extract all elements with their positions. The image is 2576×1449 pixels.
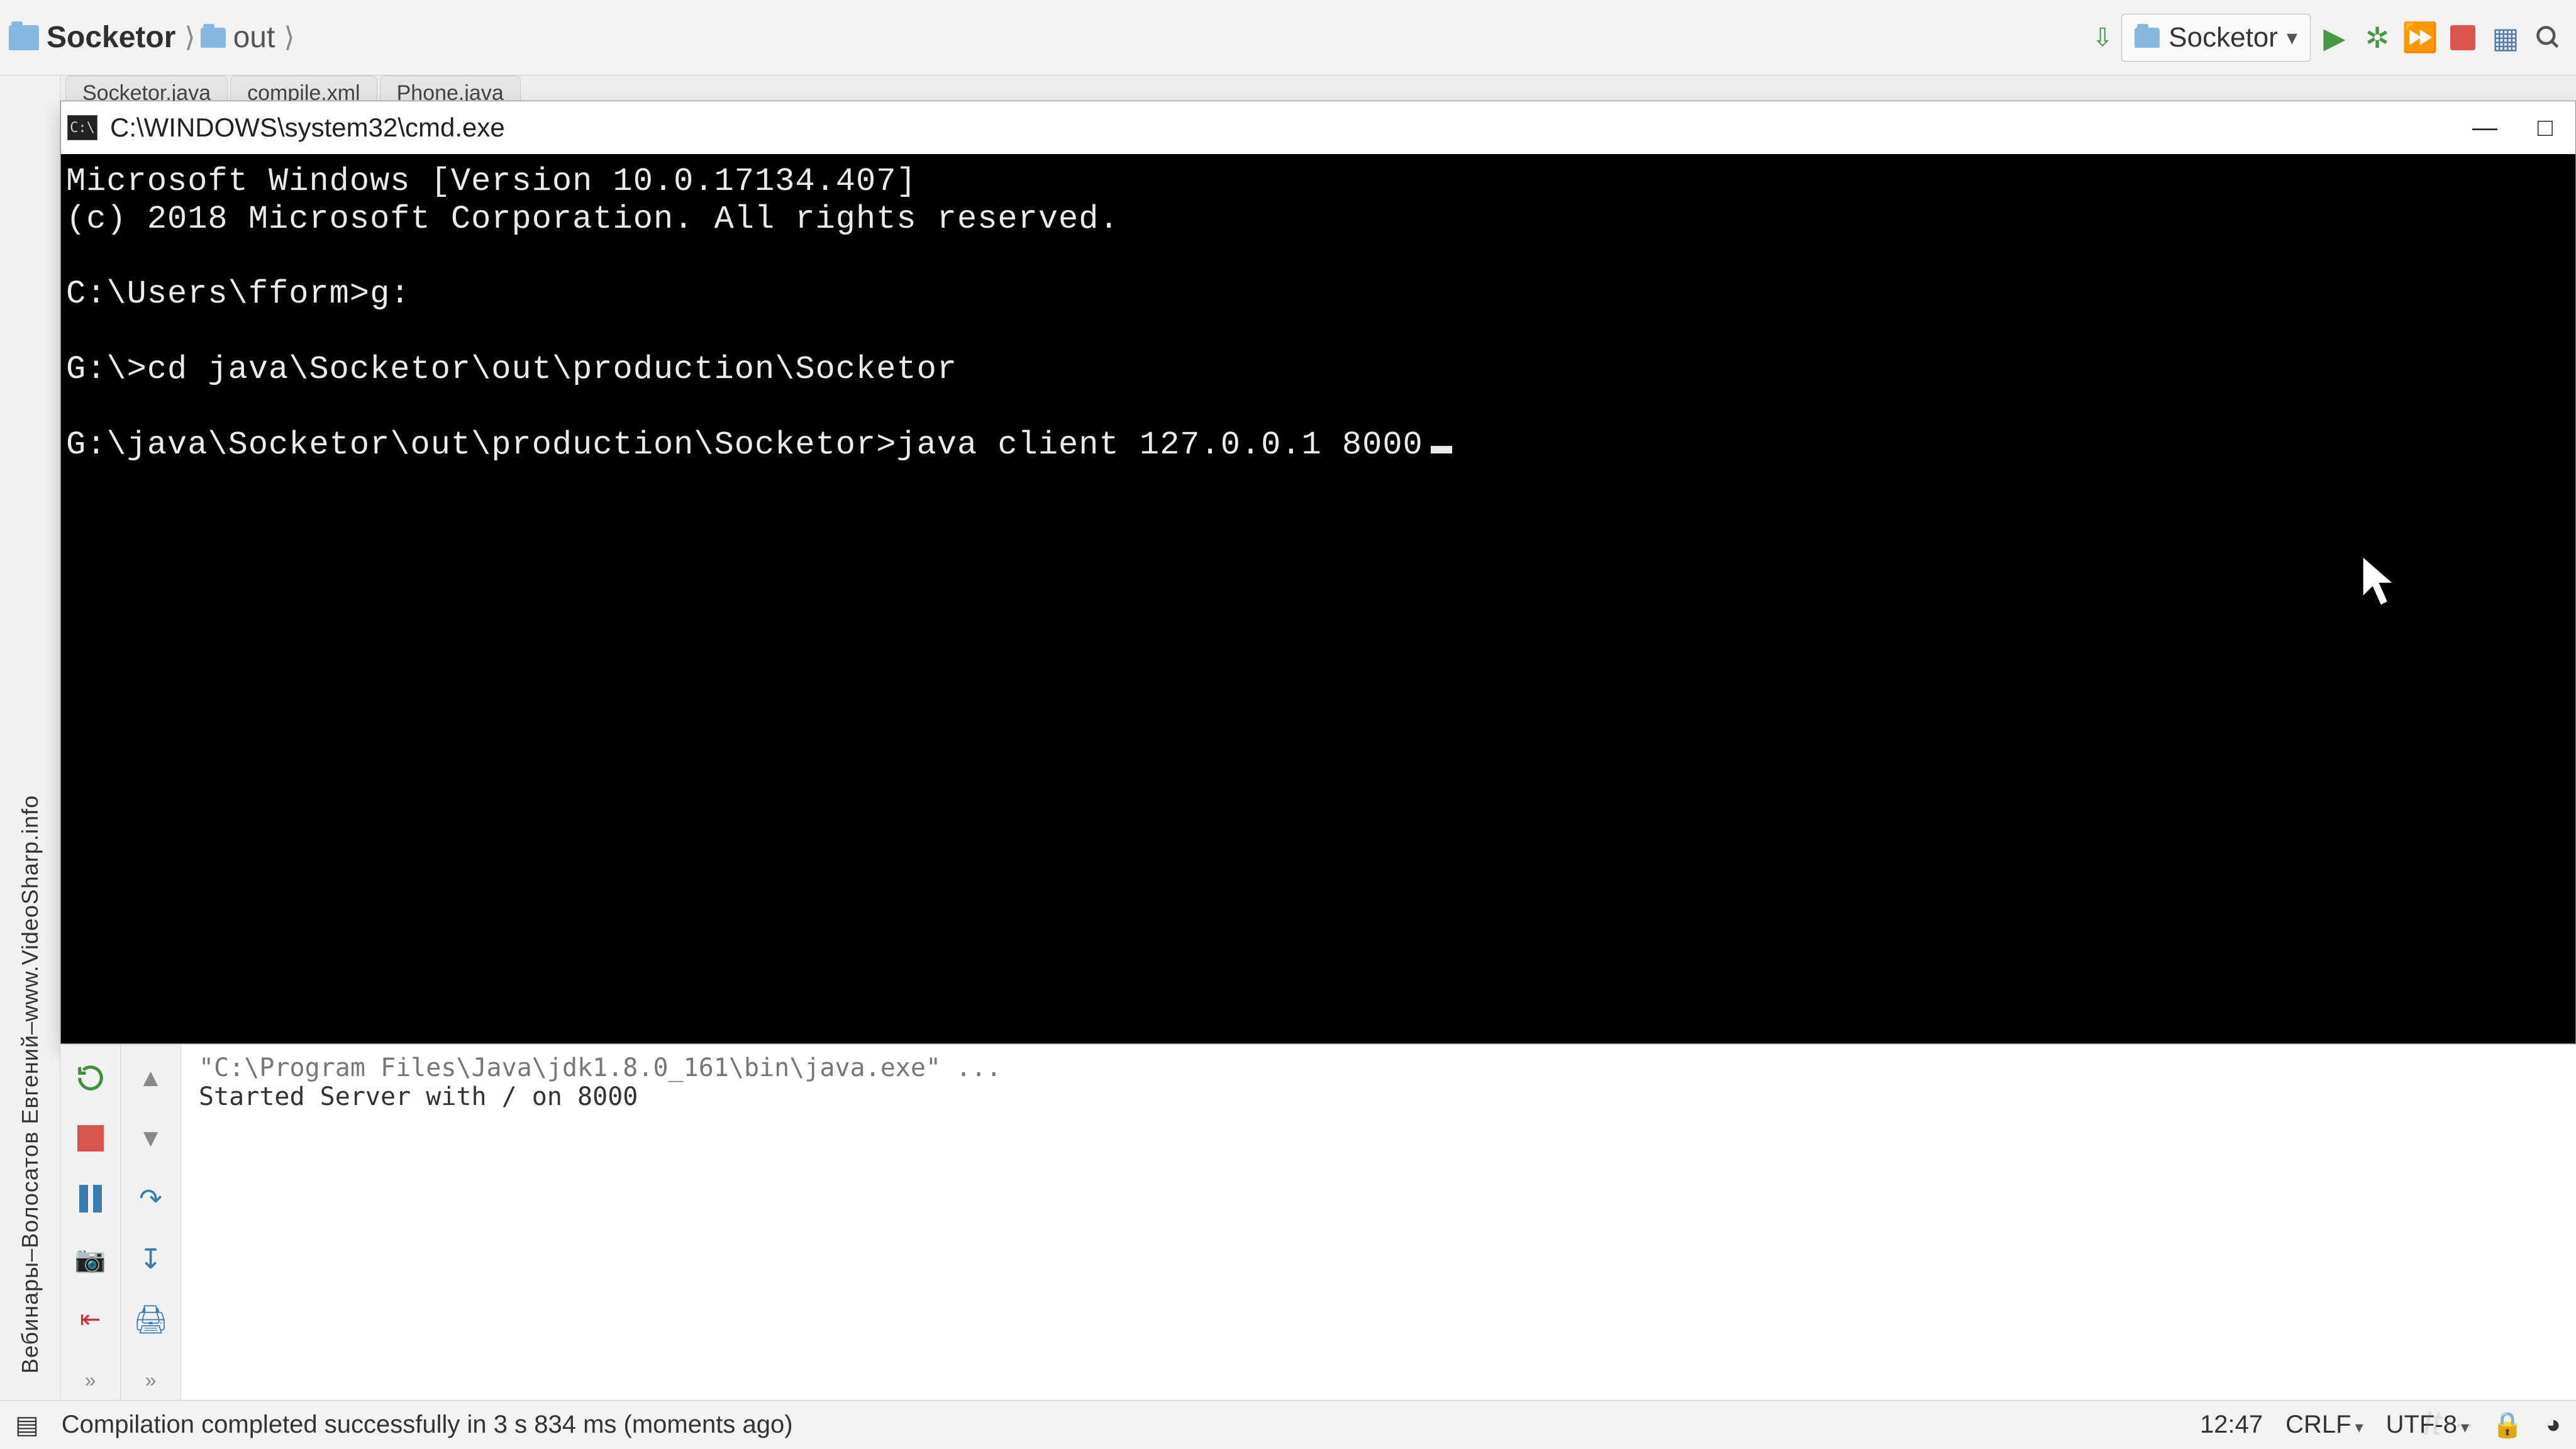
- minimize-button[interactable]: —: [2467, 110, 2502, 145]
- console-line: "C:\Program Files\Java\jdk1.8.0_161\bin\…: [199, 1053, 2558, 1082]
- up-button[interactable]: ▲: [133, 1060, 169, 1096]
- rerun-button[interactable]: [72, 1060, 109, 1096]
- run-button[interactable]: ▶: [2316, 19, 2353, 57]
- print-button[interactable]: 🖨: [133, 1301, 169, 1338]
- line-ending[interactable]: CRLF▾: [2285, 1411, 2363, 1439]
- run-config-label: Socketor: [2168, 22, 2278, 53]
- status-bar: ▤ Compilation completed successfully in …: [0, 1400, 2576, 1449]
- module-icon: [2135, 28, 2160, 48]
- chevron-down-icon: ▾: [2287, 25, 2297, 50]
- inspection-icon[interactable]: ◕: [2546, 1411, 2561, 1439]
- layout-button[interactable]: ▦: [2487, 19, 2524, 57]
- cmd-output[interactable]: Microsoft Windows [Version 10.0.17134.40…: [61, 154, 2575, 1043]
- cmd-line: G:\>cd java\Socketor\out\production\Sock…: [66, 351, 957, 388]
- main-toolbar: Socketor ⟩ out ⟩ ⇩ Socketor ▾ ▶ ✲ ⏩ ▦: [0, 0, 2576, 75]
- search-everywhere-button[interactable]: [2529, 19, 2567, 57]
- cmd-line: G:\java\Socketor\out\production\Socketor…: [66, 426, 1423, 464]
- run-toolbar-left: 📷 ⇤ »: [60, 1045, 121, 1400]
- console-output[interactable]: "C:\Program Files\Java\jdk1.8.0_161\bin\…: [181, 1045, 2576, 1400]
- debug-button[interactable]: ✲: [2358, 19, 2396, 57]
- watermark-line1: www.VideoSharp.info: [17, 795, 43, 1022]
- cmd-title: C:\WINDOWS\system32\cmd.exe: [110, 113, 2455, 143]
- cmd-line: C:\Users\fform>g:: [66, 275, 411, 313]
- pause-button[interactable]: [72, 1180, 109, 1217]
- more-button[interactable]: »: [72, 1362, 109, 1398]
- chevron-right-icon: ⟩: [282, 21, 296, 53]
- cmd-window: C:\ C:\WINDOWS\system32\cmd.exe — □ Micr…: [60, 101, 2576, 1044]
- run-toolbar-right: ▲ ▼ ↷ ↧ 🖨 »: [121, 1045, 181, 1400]
- breadcrumb-project[interactable]: Socketor: [43, 20, 179, 55]
- maximize-button[interactable]: □: [2528, 110, 2563, 145]
- exit-button[interactable]: ⇤: [72, 1301, 109, 1338]
- cmd-icon: C:\: [67, 115, 97, 140]
- console-line: Started Server with / on 8000: [199, 1082, 2558, 1111]
- soft-wrap-button[interactable]: ↷: [133, 1180, 169, 1217]
- file-encoding[interactable]: UTF-8▾: [2386, 1411, 2469, 1439]
- folder-icon: [201, 28, 226, 48]
- breadcrumb[interactable]: Socketor ⟩ out ⟩: [9, 20, 296, 55]
- cmd-titlebar[interactable]: C:\ C:\WINDOWS\system32\cmd.exe — □: [61, 101, 2575, 154]
- cmd-line: Microsoft Windows [Version 10.0.17134.40…: [66, 163, 917, 200]
- sync-icon[interactable]: ⇩: [2089, 24, 2116, 52]
- watermark-line2: Волосатов Евгений: [17, 1035, 43, 1248]
- breadcrumb-folder[interactable]: out: [230, 20, 279, 55]
- down-button[interactable]: ▼: [133, 1120, 169, 1157]
- cmd-line: (c) 2018 Microsoft Corporation. All righ…: [66, 201, 1119, 238]
- watermark-dash: –: [17, 1248, 43, 1262]
- status-message: Compilation completed successfully in 3 …: [62, 1411, 793, 1439]
- run-coverage-button[interactable]: ⏩: [2401, 19, 2439, 57]
- tool-window-toggle-icon[interactable]: ▤: [15, 1411, 39, 1440]
- stop-button[interactable]: [72, 1120, 109, 1157]
- dump-threads-button[interactable]: 📷: [72, 1241, 109, 1277]
- chevron-right-icon: ⟩: [183, 21, 196, 53]
- left-gutter: www.VideoSharp.info – Волосатов Евгений …: [0, 75, 60, 1399]
- scroll-to-end-button[interactable]: ↧: [133, 1241, 169, 1277]
- watermark-dash: –: [17, 1021, 43, 1035]
- stop-button[interactable]: [2444, 19, 2482, 57]
- run-config-selector[interactable]: Socketor ▾: [2121, 14, 2311, 62]
- watermark-line3: Вебинары: [17, 1262, 43, 1374]
- caret-position[interactable]: 12:47: [2200, 1411, 2263, 1439]
- run-tool-window: 📷 ⇤ » ▲ ▼ ↷ ↧ 🖨 » "C:\Program Files\Java…: [60, 1044, 2576, 1400]
- project-folder-icon: [9, 25, 39, 50]
- text-cursor: [1431, 446, 1452, 453]
- lock-icon[interactable]: 🔒: [2492, 1410, 2523, 1440]
- more-button[interactable]: »: [133, 1362, 169, 1398]
